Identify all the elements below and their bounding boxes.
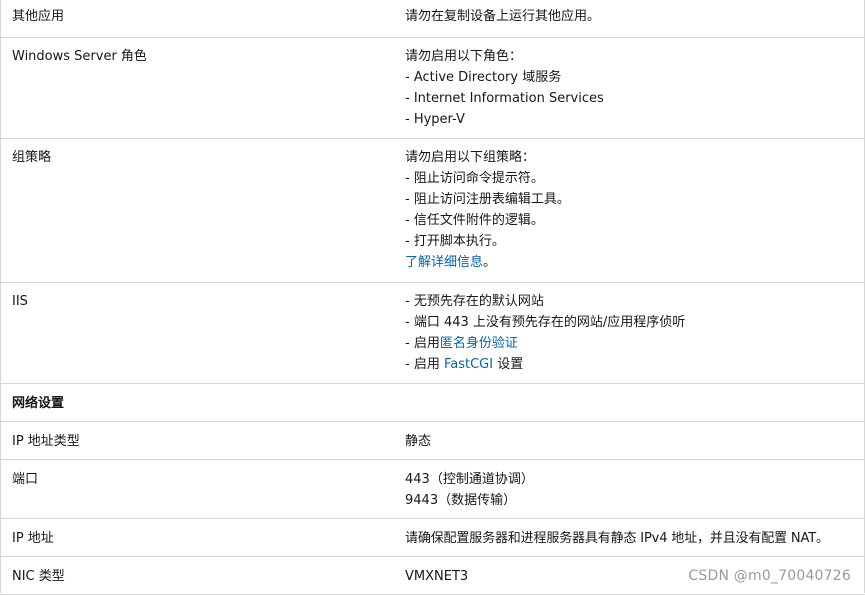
table-left-border xyxy=(0,0,1,593)
row-label: IP 地址类型 xyxy=(0,421,393,460)
value-line: - 阻止访问命令提示符。 xyxy=(405,170,544,186)
row-label: NIC 类型 xyxy=(0,556,393,595)
csdn-watermark: CSDN @m0_70040726 xyxy=(688,568,851,584)
fcgi-suffix: 设置 xyxy=(493,356,524,372)
value-line: - 信任文件附件的逻辑。 xyxy=(405,212,544,228)
row-value: 静态 xyxy=(393,421,865,460)
value-line: 了解详细信息。 xyxy=(405,252,865,273)
fastcgi-link[interactable]: FastCGI xyxy=(444,357,493,372)
value-line: - 启用匿名身份验证 xyxy=(405,333,865,354)
row-value: 请勿启用以下组策略： - 阻止访问命令提示符。 - 阻止访问注册表编辑工具。 -… xyxy=(393,138,865,283)
fcgi-prefix: - 启用 xyxy=(405,356,444,372)
value-line: 请勿在复制设备上运行其他应用。 xyxy=(405,9,601,24)
value-line: - Internet Information Services xyxy=(405,90,604,106)
row-label: 组策略 xyxy=(0,138,393,283)
table-row: 其他应用 请勿在复制设备上运行其他应用。 xyxy=(0,0,865,38)
row-label: 其他应用 xyxy=(0,0,393,38)
link-suffix: 。 xyxy=(483,254,497,270)
section-header-row: 网络设置 xyxy=(0,383,865,422)
anon-prefix: - 启用 xyxy=(405,335,440,351)
value-line: - 启用 FastCGI 设置 xyxy=(405,354,865,375)
value-line: 请勿启用以下组策略： xyxy=(405,149,536,165)
table-row: 端口 443（控制通道协调） 9443（数据传输） xyxy=(0,459,865,519)
table-row: Windows Server 角色 请勿启用以下角色： - Active Dir… xyxy=(0,37,865,139)
anonymous-auth-link[interactable]: 匿名身份验证 xyxy=(440,336,518,351)
value-line: 9443（数据传输） xyxy=(405,492,517,508)
row-label: IIS xyxy=(0,282,393,384)
value-line: 请勿启用以下角色： xyxy=(405,48,523,64)
value-line: - Active Directory 域服务 xyxy=(405,69,562,85)
row-value: - 无预先存在的默认网站 - 端口 443 上没有预先存在的网站/应用程序侦听 … xyxy=(393,282,865,384)
learn-more-link[interactable]: 了解详细信息 xyxy=(405,255,483,270)
table-row: 组策略 请勿启用以下组策略： - 阻止访问命令提示符。 - 阻止访问注册表编辑工… xyxy=(0,138,865,283)
table-row: IP 地址类型 静态 xyxy=(0,421,865,460)
value-line: 443（控制通道协调） xyxy=(405,471,534,487)
value-line: - 阻止访问注册表编辑工具。 xyxy=(405,191,570,207)
value-line: - 端口 443 上没有预先存在的网站/应用程序侦听 xyxy=(405,314,686,330)
requirements-table: 其他应用 请勿在复制设备上运行其他应用。 Windows Server 角色 请… xyxy=(0,0,865,595)
value-line: 静态 xyxy=(405,433,432,449)
value-line: - 打开脚本执行。 xyxy=(405,233,505,249)
value-line: - 无预先存在的默认网站 xyxy=(405,293,544,309)
table-row: IIS - 无预先存在的默认网站 - 端口 443 上没有预先存在的网站/应用程… xyxy=(0,282,865,384)
row-label: IP 地址 xyxy=(0,518,393,557)
row-value: 请确保配置服务器和进程服务器具有静态 IPv4 地址，并且没有配置 NAT。 xyxy=(393,518,865,557)
value-line: 请确保配置服务器和进程服务器具有静态 IPv4 地址，并且没有配置 NAT。 xyxy=(405,530,829,546)
row-value: 请勿在复制设备上运行其他应用。 xyxy=(393,0,865,38)
value-line: - Hyper-V xyxy=(405,111,465,127)
row-value: 443（控制通道协调） 9443（数据传输） xyxy=(393,459,865,519)
section-title: 网络设置 xyxy=(0,383,865,422)
row-value: 请勿启用以下角色： - Active Directory 域服务 - Inter… xyxy=(393,37,865,139)
row-label: 端口 xyxy=(0,459,393,519)
row-label: Windows Server 角色 xyxy=(0,37,393,139)
table-row: IP 地址 请确保配置服务器和进程服务器具有静态 IPv4 地址，并且没有配置 … xyxy=(0,518,865,557)
